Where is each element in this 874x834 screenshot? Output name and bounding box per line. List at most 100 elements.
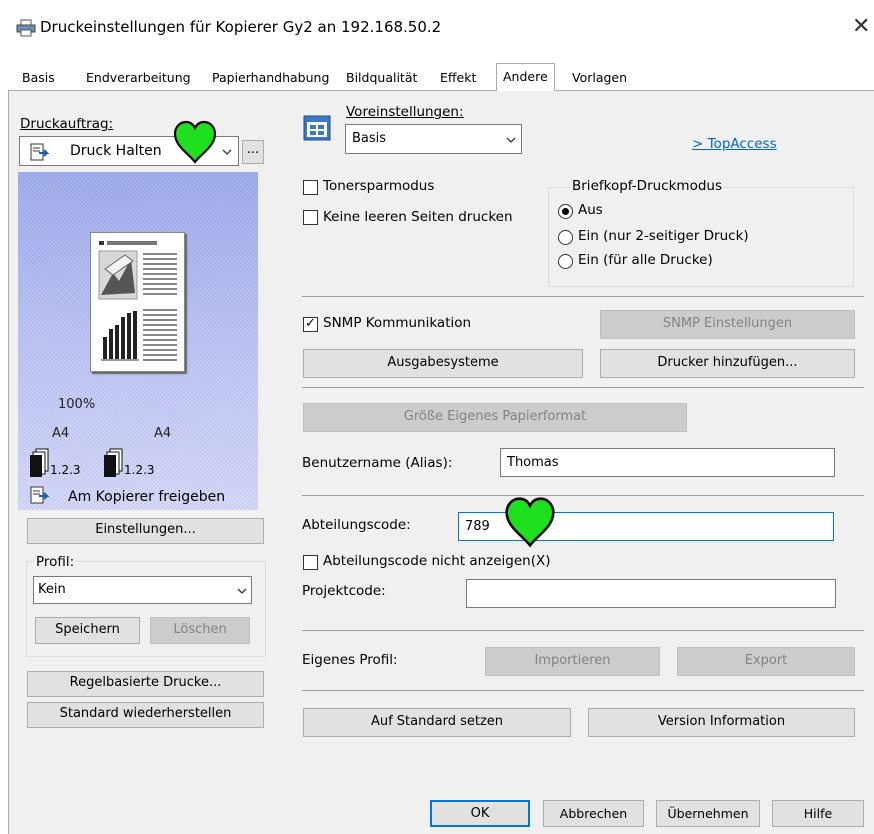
briefkopf-option-2seitig: Ein (nur 2-seitiger Druck) bbox=[578, 228, 749, 244]
separator bbox=[302, 630, 864, 631]
profil-value: Kein bbox=[38, 582, 66, 597]
briefkopf-label: Briefkopf-Druckmodus bbox=[570, 178, 724, 194]
auf-standard-setzen-button[interactable]: Auf Standard setzen bbox=[303, 708, 571, 737]
regelbasierte-drucke-button[interactable]: Regelbasierte Drucke... bbox=[27, 671, 264, 697]
tab-effekt[interactable]: Effekt bbox=[434, 68, 482, 90]
snmp-einstellungen-button[interactable]: SNMP Einstellungen bbox=[600, 310, 855, 339]
export-label: Export bbox=[744, 653, 788, 668]
chevron-down-icon bbox=[222, 149, 232, 155]
standard-wiederherstellen-button[interactable]: Standard wiederherstellen bbox=[27, 702, 264, 728]
tab-basis[interactable]: Basis bbox=[16, 68, 61, 90]
abbrechen-button[interactable]: Abbrechen bbox=[543, 800, 644, 827]
separator bbox=[302, 495, 864, 496]
ausgabesysteme-button[interactable]: Ausgabesysteme bbox=[303, 349, 583, 378]
einstellungen-button[interactable]: Einstellungen... bbox=[27, 518, 264, 544]
abteilungscode-nicht-anzeigen-checkbox[interactable] bbox=[303, 555, 318, 570]
benutzername-label: Benutzername (Alias): bbox=[302, 455, 453, 471]
importieren-label: Importieren bbox=[534, 653, 611, 668]
importieren-button[interactable]: Importieren bbox=[485, 647, 660, 676]
standard-wiederherstellen-label: Standard wiederherstellen bbox=[59, 706, 232, 721]
release-text: Am Kopierer freigeben bbox=[68, 489, 226, 505]
tab-vorlagen[interactable]: Vorlagen bbox=[566, 68, 633, 90]
profil-select[interactable]: Kein bbox=[33, 576, 252, 604]
zoom-level: 100% bbox=[58, 397, 96, 412]
paper-size-left: A4 bbox=[52, 426, 70, 441]
version-information-button[interactable]: Version Information bbox=[588, 708, 855, 737]
eigenes-profil-label: Eigenes Profil: bbox=[302, 652, 398, 668]
paper-size-right: A4 bbox=[154, 426, 172, 441]
hilfe-button[interactable]: Hilfe bbox=[772, 800, 864, 827]
tab-papierhandhabung[interactable]: Papierhandhabung bbox=[206, 68, 335, 90]
copies-left: 1.2.3 bbox=[50, 463, 81, 477]
close-icon[interactable]: ✕ bbox=[852, 14, 870, 39]
uebernehmen-label: Übernehmen bbox=[667, 806, 749, 821]
abteilungscode-nicht-anzeigen-label: Abteilungscode nicht anzeigen(X) bbox=[323, 553, 551, 569]
speichern-button[interactable]: Speichern bbox=[35, 617, 140, 644]
tab-endverarbeitung[interactable]: Endverarbeitung bbox=[80, 68, 197, 90]
groesse-papierformat-label: Größe Eigenes Papierformat bbox=[403, 409, 587, 424]
copies-stack-icon bbox=[104, 448, 123, 477]
ausgabesysteme-label: Ausgabesysteme bbox=[387, 355, 499, 370]
ok-label: OK bbox=[470, 806, 490, 821]
heart-icon bbox=[505, 497, 555, 548]
page-thumbnail bbox=[90, 232, 185, 372]
copies-stack-icon bbox=[30, 448, 49, 477]
briefkopf-option-aus: Aus bbox=[578, 202, 603, 218]
speichern-label: Speichern bbox=[55, 622, 120, 637]
heart-icon bbox=[173, 120, 217, 164]
tab-bildqualitaet[interactable]: Bildqualität bbox=[340, 68, 423, 90]
copies-right: 1.2.3 bbox=[124, 463, 155, 477]
briefkopf-radio-aus[interactable] bbox=[558, 204, 573, 219]
chevron-down-icon bbox=[506, 137, 516, 143]
druckauftrag-label: Druckauftrag: bbox=[20, 116, 113, 132]
document-preview-icon bbox=[98, 241, 177, 361]
briefkopf-option-alle: Ein (für alle Drucke) bbox=[578, 252, 713, 268]
einstellungen-label: Einstellungen... bbox=[95, 522, 196, 537]
projektcode-input[interactable] bbox=[466, 579, 836, 608]
separator bbox=[302, 690, 864, 691]
benutzername-input[interactable]: Thomas bbox=[500, 448, 835, 477]
tonersparmodus-label: Tonersparmodus bbox=[323, 178, 435, 194]
hold-print-icon bbox=[30, 143, 50, 161]
window-title: Druckeinstellungen für Kopierer Gy2 an 1… bbox=[40, 18, 442, 36]
briefkopf-radio-alle[interactable] bbox=[558, 254, 573, 269]
keine-leeren-seiten-label: Keine leeren Seiten drucken bbox=[323, 209, 513, 225]
drucker-hinzufuegen-label: Drucker hinzufügen... bbox=[657, 355, 798, 370]
uebernehmen-button[interactable]: Übernehmen bbox=[656, 800, 760, 827]
hilfe-label: Hilfe bbox=[803, 806, 833, 821]
loeschen-label: Löschen bbox=[173, 622, 227, 637]
topaccess-link[interactable]: > TopAccess bbox=[692, 136, 777, 152]
briefkopf-radio-2seitig[interactable] bbox=[558, 230, 573, 245]
release-icon bbox=[30, 486, 50, 504]
abteilungscode-label: Abteilungscode: bbox=[302, 517, 411, 533]
druckauftrag-label-text: Druckauftrag: bbox=[20, 116, 114, 132]
voreinstellungen-label: Voreinstellungen: bbox=[346, 104, 464, 120]
keine-leeren-seiten-checkbox[interactable] bbox=[303, 210, 318, 225]
separator bbox=[302, 387, 864, 388]
separator bbox=[302, 296, 864, 297]
profil-label: Profil: bbox=[34, 554, 77, 570]
drucker-hinzufuegen-button[interactable]: Drucker hinzufügen... bbox=[600, 349, 855, 378]
druckauftrag-value: Druck Halten bbox=[70, 143, 162, 159]
ok-button[interactable]: OK bbox=[430, 800, 530, 827]
projektcode-label: Projektcode: bbox=[302, 583, 386, 599]
chevron-down-icon bbox=[237, 588, 247, 594]
druckauftrag-more-button[interactable]: ... bbox=[242, 140, 264, 164]
loeschen-button[interactable]: Löschen bbox=[150, 617, 250, 644]
version-information-label: Version Information bbox=[657, 714, 786, 729]
regelbasierte-label: Regelbasierte Drucke... bbox=[69, 675, 222, 690]
groesse-papierformat-button[interactable]: Größe Eigenes Papierformat bbox=[303, 403, 687, 432]
voreinstellungen-value: Basis bbox=[352, 131, 387, 146]
preset-icon bbox=[303, 115, 331, 141]
snmp-einstellungen-label: SNMP Einstellungen bbox=[662, 316, 793, 331]
title-bar: Druckeinstellungen für Kopierer Gy2 an 1… bbox=[0, 0, 874, 56]
snmp-checkbox[interactable]: ✓ bbox=[303, 317, 318, 332]
voreinstellungen-select[interactable]: Basis bbox=[345, 124, 522, 154]
auf-standard-setzen-label: Auf Standard setzen bbox=[370, 714, 504, 729]
export-button[interactable]: Export bbox=[677, 647, 855, 676]
tab-andere[interactable]: Andere bbox=[496, 63, 555, 91]
snmp-label: SNMP Kommunikation bbox=[323, 315, 472, 331]
tonersparmodus-checkbox[interactable] bbox=[303, 180, 318, 195]
printer-icon bbox=[16, 19, 36, 37]
voreinstellungen-label-text: Voreinstellungen: bbox=[346, 104, 464, 120]
